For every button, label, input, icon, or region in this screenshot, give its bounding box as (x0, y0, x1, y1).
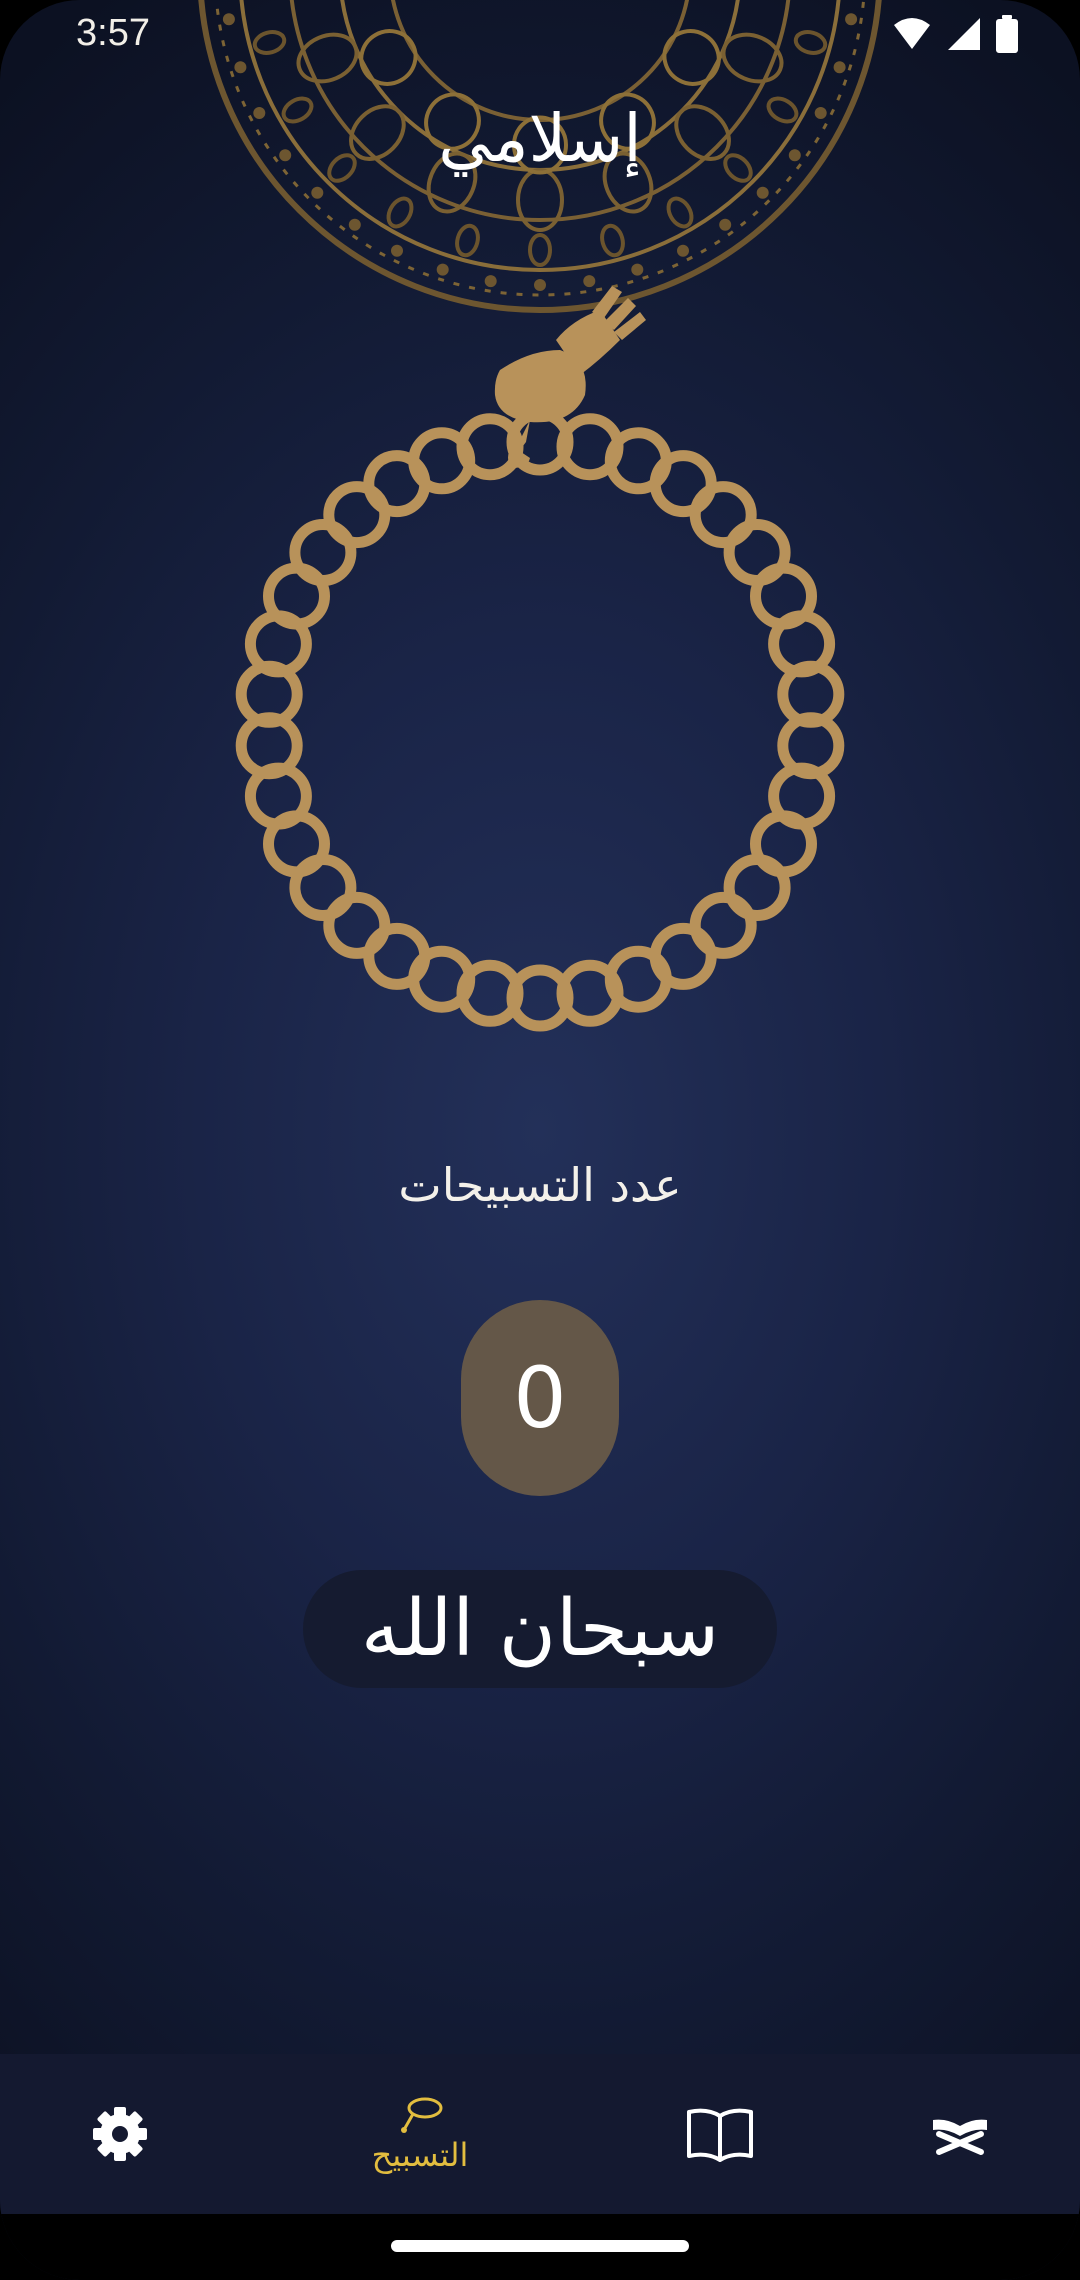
open-book-icon (687, 2108, 753, 2162)
bottom-navigation: التسبيح (0, 2054, 1080, 2214)
status-bar: 3:57 (0, 0, 1080, 72)
status-time: 3:57 (76, 12, 150, 54)
gear-icon (93, 2107, 147, 2161)
tasbih-beads[interactable] (200, 200, 880, 1060)
counter-value: 0 (513, 1349, 567, 1447)
prayer-beads-icon (401, 2097, 443, 2133)
nav-item-hadith[interactable] (660, 2054, 780, 2214)
bead-ring (235, 408, 845, 1032)
app-screen: 3:57 إسلامي عدد التسبيحات 0 سبحان الله ا… (0, 0, 1080, 2280)
battery-icon (996, 15, 1018, 53)
counter-badge: 0 (461, 1300, 619, 1496)
nav-item-label-tasbih: التسبيح (371, 2136, 469, 2174)
nav-item-settings[interactable] (60, 2054, 180, 2214)
page-title: إسلامي (438, 100, 642, 177)
status-icons (892, 14, 1018, 54)
signal-icon (948, 18, 980, 50)
dhikr-button[interactable]: سبحان الله (303, 1570, 777, 1688)
nav-item-tasbih[interactable]: التسبيح (330, 2054, 510, 2214)
home-indicator[interactable] (391, 2240, 689, 2252)
nav-item-quran[interactable] (900, 2054, 1020, 2214)
wifi-icon (894, 18, 930, 49)
dhikr-text: سبحان الله (360, 1584, 720, 1674)
quran-stand-icon (933, 2119, 987, 2155)
count-label: عدد التسبيحات (398, 1158, 682, 1212)
